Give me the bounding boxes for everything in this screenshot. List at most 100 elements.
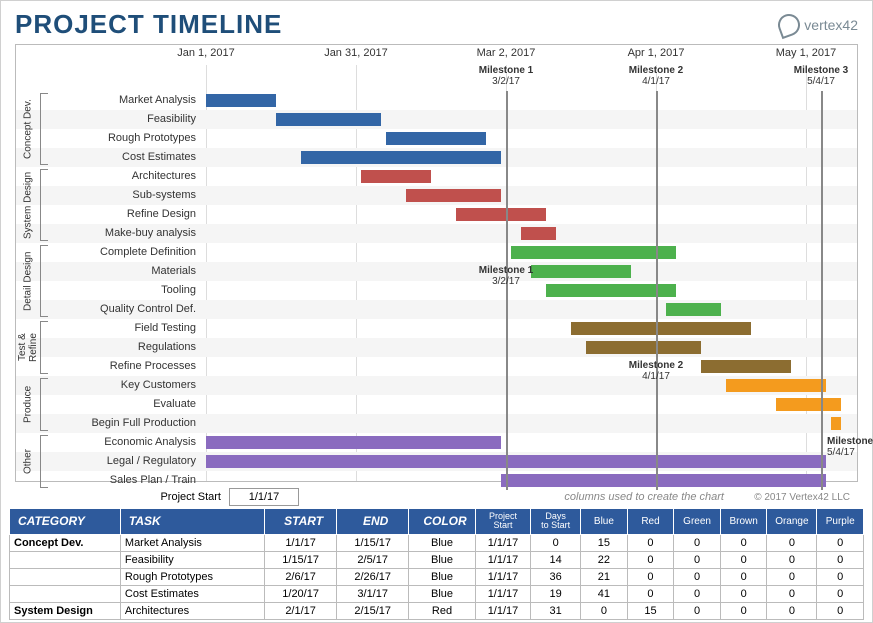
table-cell: 0 xyxy=(674,602,721,619)
task-row: Field Testing xyxy=(16,319,857,338)
table-header-row: CATEGORYTASKSTARTENDCOLORProject StartDa… xyxy=(10,509,864,535)
task-label: Quality Control Def. xyxy=(50,300,200,319)
group-label: System Design xyxy=(18,167,38,243)
table-cell: 41 xyxy=(581,585,628,602)
table-cell[interactable]: Rough Prototypes xyxy=(120,568,264,585)
axis-tick: Jan 1, 2017 xyxy=(177,47,235,59)
table-row: Rough Prototypes2/6/172/26/17Blue1/1/173… xyxy=(10,568,864,585)
table-header: Blue xyxy=(581,509,628,535)
date-axis: Jan 1, 2017Jan 31, 2017Mar 2, 2017Apr 1,… xyxy=(16,45,857,65)
group-label: Produce xyxy=(18,376,38,433)
table-cell[interactable]: Blue xyxy=(409,585,476,602)
gantt-bar xyxy=(361,170,431,183)
table-cell[interactable]: 2/1/17 xyxy=(265,602,337,619)
table-cell[interactable]: Cost Estimates xyxy=(120,585,264,602)
table-header: CATEGORY xyxy=(10,509,121,535)
table-cell: 0 xyxy=(720,551,767,568)
milestone-callout: Milestone 24/1/17 xyxy=(629,360,683,382)
table-header: Red xyxy=(627,509,674,535)
task-label: Feasibility xyxy=(50,110,200,129)
task-label: Sub-systems xyxy=(50,186,200,205)
table-cell: 0 xyxy=(720,568,767,585)
data-table: CATEGORYTASKSTARTENDCOLORProject StartDa… xyxy=(9,508,864,620)
table-header: END xyxy=(337,509,409,535)
table-cell: 0 xyxy=(767,585,817,602)
table-cell[interactable]: 2/6/17 xyxy=(265,568,337,585)
task-row: Materials xyxy=(16,262,857,281)
gantt-bar xyxy=(511,246,676,259)
table-cell[interactable]: Architectures xyxy=(120,602,264,619)
table-cell[interactable] xyxy=(10,568,121,585)
task-row: Regulations xyxy=(16,338,857,357)
task-label: Market Analysis xyxy=(50,91,200,110)
copyright-text: © 2017 Vertex42 LLC xyxy=(754,492,850,503)
table-cell[interactable]: 3/1/17 xyxy=(337,585,409,602)
gantt-bar xyxy=(726,379,826,392)
table-cell[interactable]: 1/20/17 xyxy=(265,585,337,602)
table-cell: 0 xyxy=(817,534,864,551)
task-row: Tooling xyxy=(16,281,857,300)
table-cell[interactable]: System Design xyxy=(10,602,121,619)
group-label: Detail Design xyxy=(18,243,38,319)
table-cell[interactable] xyxy=(10,585,121,602)
table-cell[interactable]: Blue xyxy=(409,551,476,568)
table-cell: 0 xyxy=(627,568,674,585)
table-cell[interactable]: 2/5/17 xyxy=(337,551,409,568)
task-row: Complete Definition xyxy=(16,243,857,262)
table-cell: 36 xyxy=(531,568,581,585)
table-cell: 0 xyxy=(817,551,864,568)
table-cell: 0 xyxy=(531,534,581,551)
table-cell: 0 xyxy=(767,534,817,551)
table-header: COLOR xyxy=(409,509,476,535)
table-cell: 14 xyxy=(531,551,581,568)
table-cell[interactable] xyxy=(10,551,121,568)
task-label: Cost Estimates xyxy=(50,148,200,167)
task-row: Begin Full Production xyxy=(16,414,857,433)
group-brace xyxy=(40,93,48,165)
table-row: System DesignArchitectures2/1/172/15/17R… xyxy=(10,602,864,619)
columns-note: columns used to create the chart xyxy=(564,491,724,503)
milestone-line xyxy=(656,91,658,490)
task-row: Rough Prototypes xyxy=(16,129,857,148)
gantt-bar xyxy=(501,474,826,487)
table-cell[interactable]: 2/15/17 xyxy=(337,602,409,619)
axis-tick: Apr 1, 2017 xyxy=(628,47,685,59)
table-cell[interactable]: Blue xyxy=(409,534,476,551)
gantt-bar xyxy=(666,303,721,316)
task-label: Materials xyxy=(50,262,200,281)
gantt-bar xyxy=(531,265,631,278)
table-cell: 1/1/17 xyxy=(475,602,530,619)
task-row: Sub-systems xyxy=(16,186,857,205)
task-row: Economic Analysis xyxy=(16,433,857,452)
table-cell[interactable]: Red xyxy=(409,602,476,619)
table-cell: 22 xyxy=(581,551,628,568)
task-label: Legal / Regulatory xyxy=(50,452,200,471)
table-header: TASK xyxy=(120,509,264,535)
group-brace xyxy=(40,321,48,374)
group-brace xyxy=(40,245,48,317)
table-cell[interactable]: 1/1/17 xyxy=(265,534,337,551)
axis-tick: Mar 2, 2017 xyxy=(477,47,536,59)
gantt-bar xyxy=(301,151,501,164)
gantt-bar xyxy=(776,398,841,411)
table-cell[interactable]: Market Analysis xyxy=(120,534,264,551)
project-start-value[interactable]: 1/1/17 xyxy=(229,488,299,506)
table-cell: 15 xyxy=(627,602,674,619)
table-cell[interactable]: 2/26/17 xyxy=(337,568,409,585)
gantt-body: Milestone 13/2/17Milestone 24/1/17Milest… xyxy=(16,65,857,481)
table-cell: 0 xyxy=(817,585,864,602)
task-row: Architectures xyxy=(16,167,857,186)
task-label: Complete Definition xyxy=(50,243,200,262)
task-label: Refine Design xyxy=(50,205,200,224)
table-header: Green xyxy=(674,509,721,535)
table-cell: 1/1/17 xyxy=(475,568,530,585)
table-cell: 0 xyxy=(767,568,817,585)
table-cell[interactable]: 1/15/17 xyxy=(337,534,409,551)
table-header: Project Start xyxy=(475,509,530,535)
table-cell[interactable]: Blue xyxy=(409,568,476,585)
table-cell[interactable]: Concept Dev. xyxy=(10,534,121,551)
logo-text: vertex42 xyxy=(804,17,858,33)
table-cell[interactable]: Feasibility xyxy=(120,551,264,568)
table-cell[interactable]: 1/15/17 xyxy=(265,551,337,568)
task-label: Field Testing xyxy=(50,319,200,338)
